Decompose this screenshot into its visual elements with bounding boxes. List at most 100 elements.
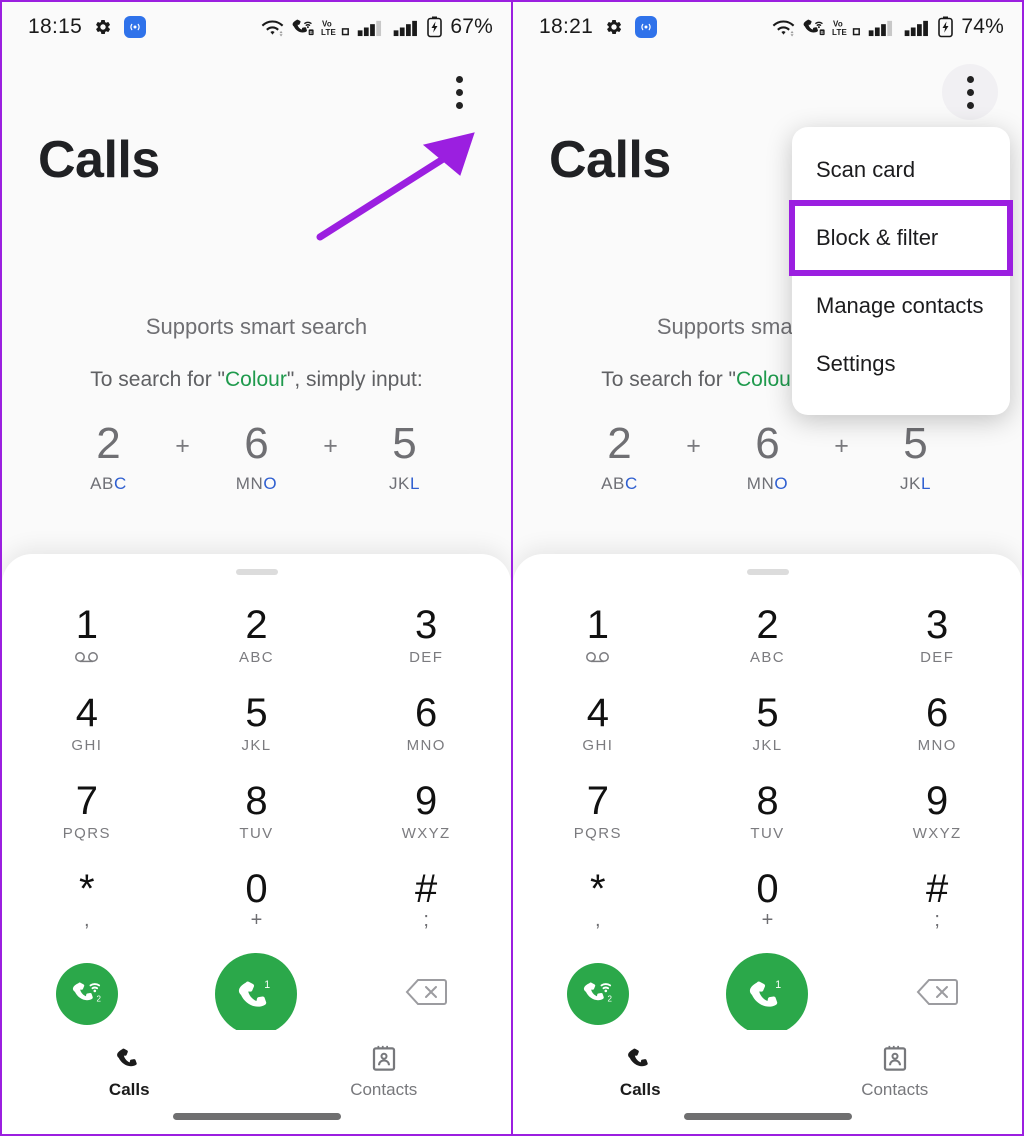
hint-key-digit: 6 (244, 419, 269, 468)
key-digit: # (415, 867, 438, 911)
contacts-icon (883, 1045, 906, 1071)
dialpad-key-3[interactable]: 3 DEF (852, 597, 1022, 673)
sheet-grabber[interactable] (746, 569, 789, 575)
dialpad-key-9[interactable]: 9 WXYZ (852, 773, 1022, 849)
menu-item-manage-contacts[interactable]: Manage contacts (792, 277, 1010, 335)
hint-letters-match: L (409, 474, 421, 493)
hint-key-letters: JKL (359, 474, 451, 494)
key-letters: MNO (406, 737, 446, 754)
wifi-call-button[interactable]: 2 (566, 963, 629, 1025)
home-indicator[interactable] (172, 1113, 341, 1120)
dialpad-key-2[interactable]: 2 ABC (172, 597, 342, 673)
dialpad-key-6[interactable]: 6 MNO (852, 685, 1022, 761)
dialpad-key-6[interactable]: 6 MNO (341, 685, 511, 761)
hint-key-letters: MNO (722, 474, 814, 494)
home-indicator[interactable] (683, 1113, 852, 1120)
dialpad-key-8[interactable]: 8 TUV (683, 773, 853, 849)
dialpad-key-9[interactable]: 9 WXYZ (341, 773, 511, 849)
menu-item-settings[interactable]: Settings (792, 335, 1010, 393)
hint-letters-plain: MN (746, 474, 775, 493)
call-button[interactable]: 1 (726, 953, 809, 1035)
voicemail-icon (2, 651, 172, 667)
key-digit: 8 (756, 779, 779, 823)
hint-plus: + (834, 432, 849, 460)
wifi-icon (772, 18, 795, 37)
wifi-call-button[interactable]: 2 (55, 963, 118, 1025)
dialpad-key-hash[interactable]: #; (341, 861, 511, 937)
cast-icon (635, 16, 658, 38)
kebab-dot (455, 101, 463, 109)
dialpad-actions: 2 1 (513, 953, 1022, 1035)
page-title: Calls (549, 131, 671, 189)
dialpad-key-2[interactable]: 2 ABC (683, 597, 853, 673)
dialpad-key-3[interactable]: 3 DEF (341, 597, 511, 673)
menu-item-block-and-filter[interactable]: Block & filter (789, 200, 1013, 276)
nav-item-contacts[interactable]: Contacts (257, 1044, 512, 1100)
dialpad-key-4[interactable]: 4 GHI (2, 685, 172, 761)
signal-icon-2 (904, 18, 931, 37)
dialpad-key-1[interactable]: 1 (2, 597, 172, 673)
bottom-nav: Calls Contacts (513, 1030, 1022, 1134)
key-digit: 0 (245, 867, 268, 911)
key-digit: 6 (926, 691, 949, 735)
key-digit: 1 (75, 603, 98, 647)
sheet-grabber[interactable] (235, 569, 278, 575)
svg-text:B: B (310, 29, 313, 35)
nav-label: Contacts (861, 1080, 929, 1099)
voicemail-icon (513, 651, 683, 667)
dialpad-key-5[interactable]: 5 JKL (172, 685, 342, 761)
nav-label: Calls (108, 1080, 150, 1099)
dialpad-key-0[interactable]: 0 + (172, 861, 342, 937)
key-digit: 3 (415, 603, 438, 647)
kebab-dot (966, 75, 974, 83)
nav-item-calls[interactable]: Calls (513, 1044, 768, 1100)
dialpad-key-7[interactable]: 7 PQRS (2, 773, 172, 849)
dialpad-key-5[interactable]: 5 JKL (683, 685, 853, 761)
dialpad-key-1[interactable]: 1 (513, 597, 683, 673)
dialpad-key-8[interactable]: 8 TUV (172, 773, 342, 849)
key-symbol: ; (423, 909, 429, 931)
dialpad-key-4[interactable]: 4 GHI (513, 685, 683, 761)
dialpad-key-0[interactable]: 0 + (683, 861, 853, 937)
hint-prefix: To search for " (601, 368, 736, 391)
backspace-button[interactable] (916, 977, 959, 1012)
status-time: 18:21 (539, 15, 594, 38)
dialpad-key-star[interactable]: *, (2, 861, 172, 937)
hint-subtitle: To search for "Colour", simply input: (2, 368, 511, 392)
nav-item-contacts[interactable]: Contacts (768, 1044, 1023, 1100)
backspace-button[interactable] (405, 977, 448, 1012)
kebab-dot (966, 101, 974, 109)
hint-key-letters: MNO (211, 474, 303, 494)
kebab-dot (966, 88, 974, 96)
key-letters: PQRS (62, 825, 111, 842)
smart-search-hint: Supports smart search To search for "Col… (2, 314, 511, 494)
hint-key-row: 2 ABC + 6 MNO + 5 JKL (513, 418, 1022, 494)
key-letters: DEF (920, 649, 955, 666)
key-letters: MNO (917, 737, 957, 754)
key-symbol: , (595, 909, 601, 931)
kebab-menu-button[interactable] (942, 64, 998, 120)
dialpad-grid: 1 2 ABC 3 DEF 4 GHI 5 JKL 6 MNO 7 PQRS 8 TUV 9 W… (513, 597, 1022, 937)
dialpad-actions: 2 1 (2, 953, 511, 1035)
hint-letters-plain: AB (601, 474, 625, 493)
sim-badge: 1 (265, 979, 271, 991)
menu-item-scan-card[interactable]: Scan card (792, 141, 1010, 199)
contacts-icon (372, 1045, 395, 1071)
kebab-menu-button[interactable] (431, 64, 487, 120)
call-button[interactable]: 1 (215, 953, 298, 1035)
hint-letters-plain: JK (899, 474, 921, 493)
hint-letters-match: L (920, 474, 932, 493)
battery-icon (426, 16, 443, 38)
dialpad-sheet: 1 2 ABC 3 DEF 4 GHI 5 JKL 6 MNO 7 PQRS 8 TUV 9 W… (513, 554, 1022, 1134)
key-digit: 9 (926, 779, 949, 823)
nav-item-calls[interactable]: Calls (2, 1044, 257, 1100)
dialpad-key-7[interactable]: 7 PQRS (513, 773, 683, 849)
key-digit: 7 (75, 779, 98, 823)
dialpad-grid: 1 2 ABC 3 DEF 4 GHI 5 JKL 6 MNO 7 PQRS 8 TUV 9 W… (2, 597, 511, 937)
hint-letters-plain: JK (388, 474, 410, 493)
volte-icon: Vo LTE (321, 18, 351, 37)
hint-letters-match: O (774, 474, 789, 493)
dialpad-key-star[interactable]: *, (513, 861, 683, 937)
phone-icon (117, 1048, 137, 1067)
dialpad-key-hash[interactable]: #; (852, 861, 1022, 937)
